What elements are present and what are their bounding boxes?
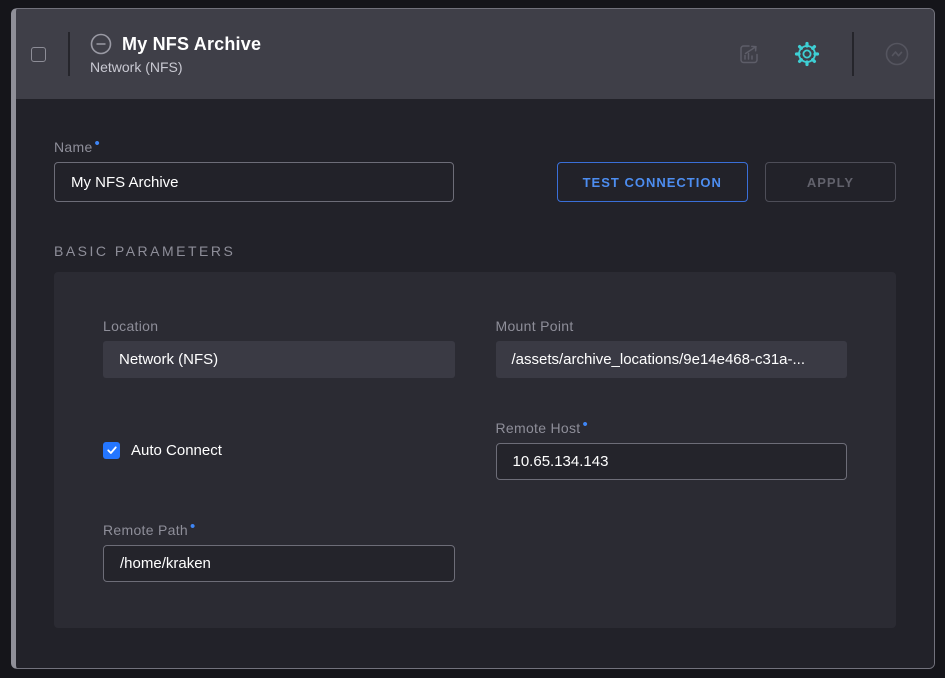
location-value: Network (NFS): [103, 341, 455, 378]
action-buttons: TEST CONNECTION APPLY: [557, 162, 896, 202]
remote-host-label: Remote Host•: [496, 420, 848, 436]
basic-parameters-panel: Location Network (NFS) Mount Point /asse…: [54, 272, 896, 628]
chart-icon[interactable]: [734, 39, 764, 69]
required-dot: •: [95, 135, 101, 152]
remote-path-input[interactable]: [103, 545, 455, 582]
name-input[interactable]: [54, 162, 454, 202]
auto-connect-checkbox[interactable]: Auto Connect: [103, 442, 222, 459]
location-field-group: Location Network (NFS): [103, 318, 455, 378]
collapse-minus-circle-icon[interactable]: [90, 33, 112, 55]
required-dot: •: [190, 518, 196, 535]
mount-point-label: Mount Point: [496, 318, 848, 334]
pulse-icon[interactable]: [882, 39, 912, 69]
checkbox-checked-icon: [103, 442, 120, 459]
card-header: My NFS Archive Network (NFS): [16, 9, 934, 99]
card-title: My NFS Archive: [122, 34, 261, 55]
basic-parameters-heading: BASIC PARAMETERS: [54, 243, 896, 259]
card-subtitle: Network (NFS): [90, 59, 261, 75]
remote-path-label: Remote Path•: [103, 522, 455, 538]
name-label: Name•: [54, 139, 454, 155]
card-body: Name• TEST CONNECTION APPLY BASIC PARAME…: [16, 99, 934, 668]
auto-connect-field-group: Auto Connect: [103, 420, 455, 480]
test-connection-button[interactable]: TEST CONNECTION: [557, 162, 748, 202]
archive-card: My NFS Archive Network (NFS): [11, 8, 935, 669]
header-actions: [734, 32, 912, 76]
gear-icon[interactable]: [792, 39, 822, 69]
mount-point-value: /assets/archive_locations/9e14e468-c31a-…: [496, 341, 848, 378]
auto-connect-label: Auto Connect: [131, 442, 222, 459]
header-divider: [68, 32, 70, 76]
required-dot: •: [583, 416, 589, 433]
header-title-block: My NFS Archive Network (NFS): [90, 33, 261, 75]
remote-path-field-group: Remote Path•: [103, 522, 455, 582]
name-field-group: Name•: [54, 139, 454, 202]
name-row: Name• TEST CONNECTION APPLY: [54, 139, 896, 202]
mount-point-field-group: Mount Point /assets/archive_locations/9e…: [496, 318, 848, 378]
header-actions-divider: [852, 32, 854, 76]
select-checkbox[interactable]: [31, 47, 46, 62]
empty-cell: [496, 522, 848, 582]
location-label: Location: [103, 318, 455, 334]
apply-button: APPLY: [765, 162, 896, 202]
remote-host-input[interactable]: [496, 443, 848, 480]
remote-host-field-group: Remote Host•: [496, 420, 848, 480]
